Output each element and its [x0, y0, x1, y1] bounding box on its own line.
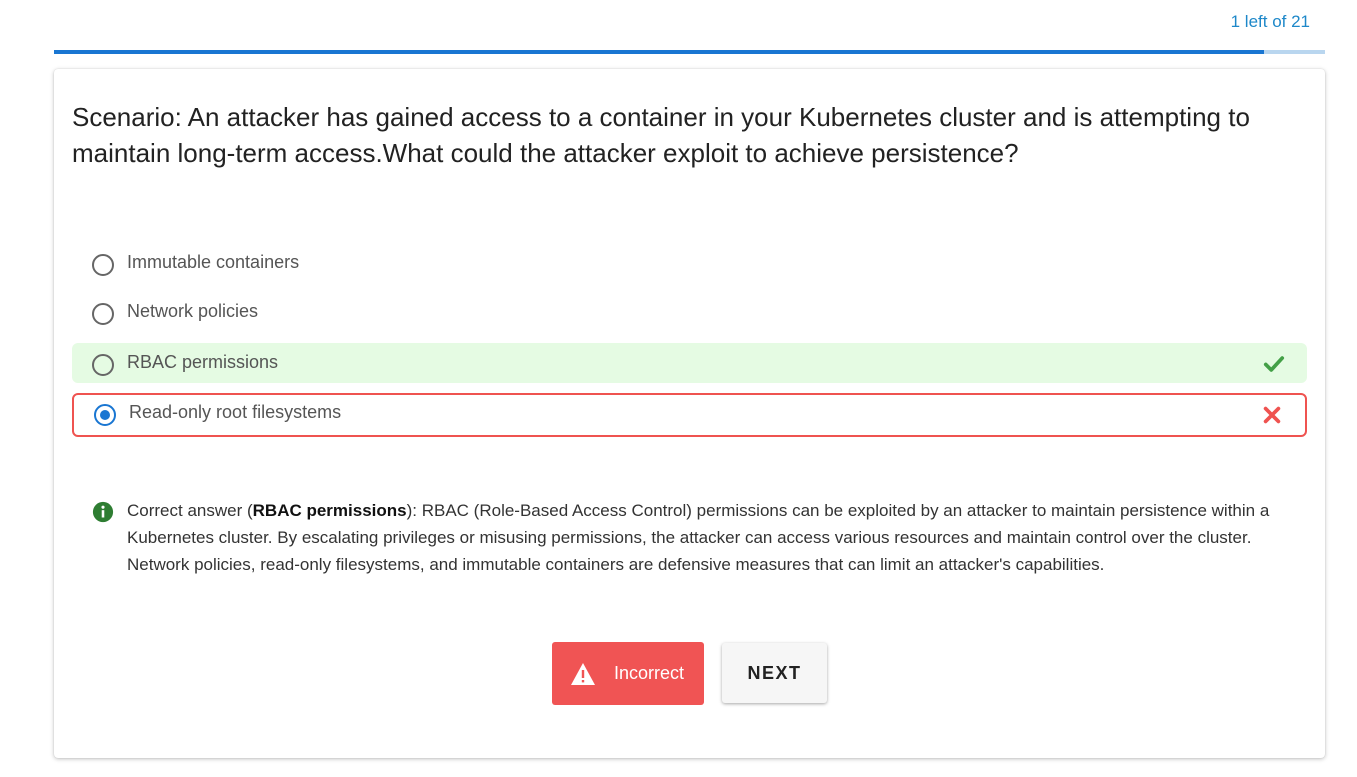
option-label: Network policies [127, 301, 259, 321]
progress-bar [54, 50, 1325, 54]
explanation-text: Correct answer (RBAC permissions): RBAC … [127, 497, 1272, 578]
x-icon [1263, 406, 1281, 424]
incorrect-label: Incorrect [614, 663, 685, 683]
radio-button[interactable] [92, 254, 114, 276]
incorrect-result-button[interactable]: Incorrect [552, 642, 704, 705]
option-label: Read-only root filesystems [129, 402, 342, 422]
radio-button-selected[interactable] [94, 404, 116, 426]
option-read-only-root-filesystems[interactable]: Read-only root filesystems [72, 393, 1307, 437]
check-icon [1263, 356, 1285, 372]
radio-button[interactable] [92, 303, 114, 325]
explanation: Correct answer (RBAC permissions): RBAC … [92, 497, 1272, 578]
option-label: Immutable containers [127, 252, 300, 272]
option-immutable-containers[interactable]: Immutable containers [72, 243, 1307, 283]
radio-button[interactable] [92, 354, 114, 376]
option-label: RBAC permissions [127, 352, 279, 372]
progress-bar-fill [54, 50, 1264, 54]
correct-answer-name: RBAC permissions [252, 501, 407, 520]
explanation-prefix: Correct answer ( [127, 501, 253, 520]
info-icon [92, 501, 114, 523]
question-text: Scenario: An attacker has gained access … [72, 102, 1250, 168]
next-button[interactable]: NEXT [722, 643, 827, 703]
question-card: Scenario: An attacker has gained access … [54, 69, 1325, 758]
warning-icon [571, 662, 595, 685]
option-rbac-permissions[interactable]: RBAC permissions [72, 343, 1307, 383]
progress-text: 1 left of 21 [1230, 12, 1310, 31]
option-network-policies[interactable]: Network policies [72, 292, 1307, 332]
